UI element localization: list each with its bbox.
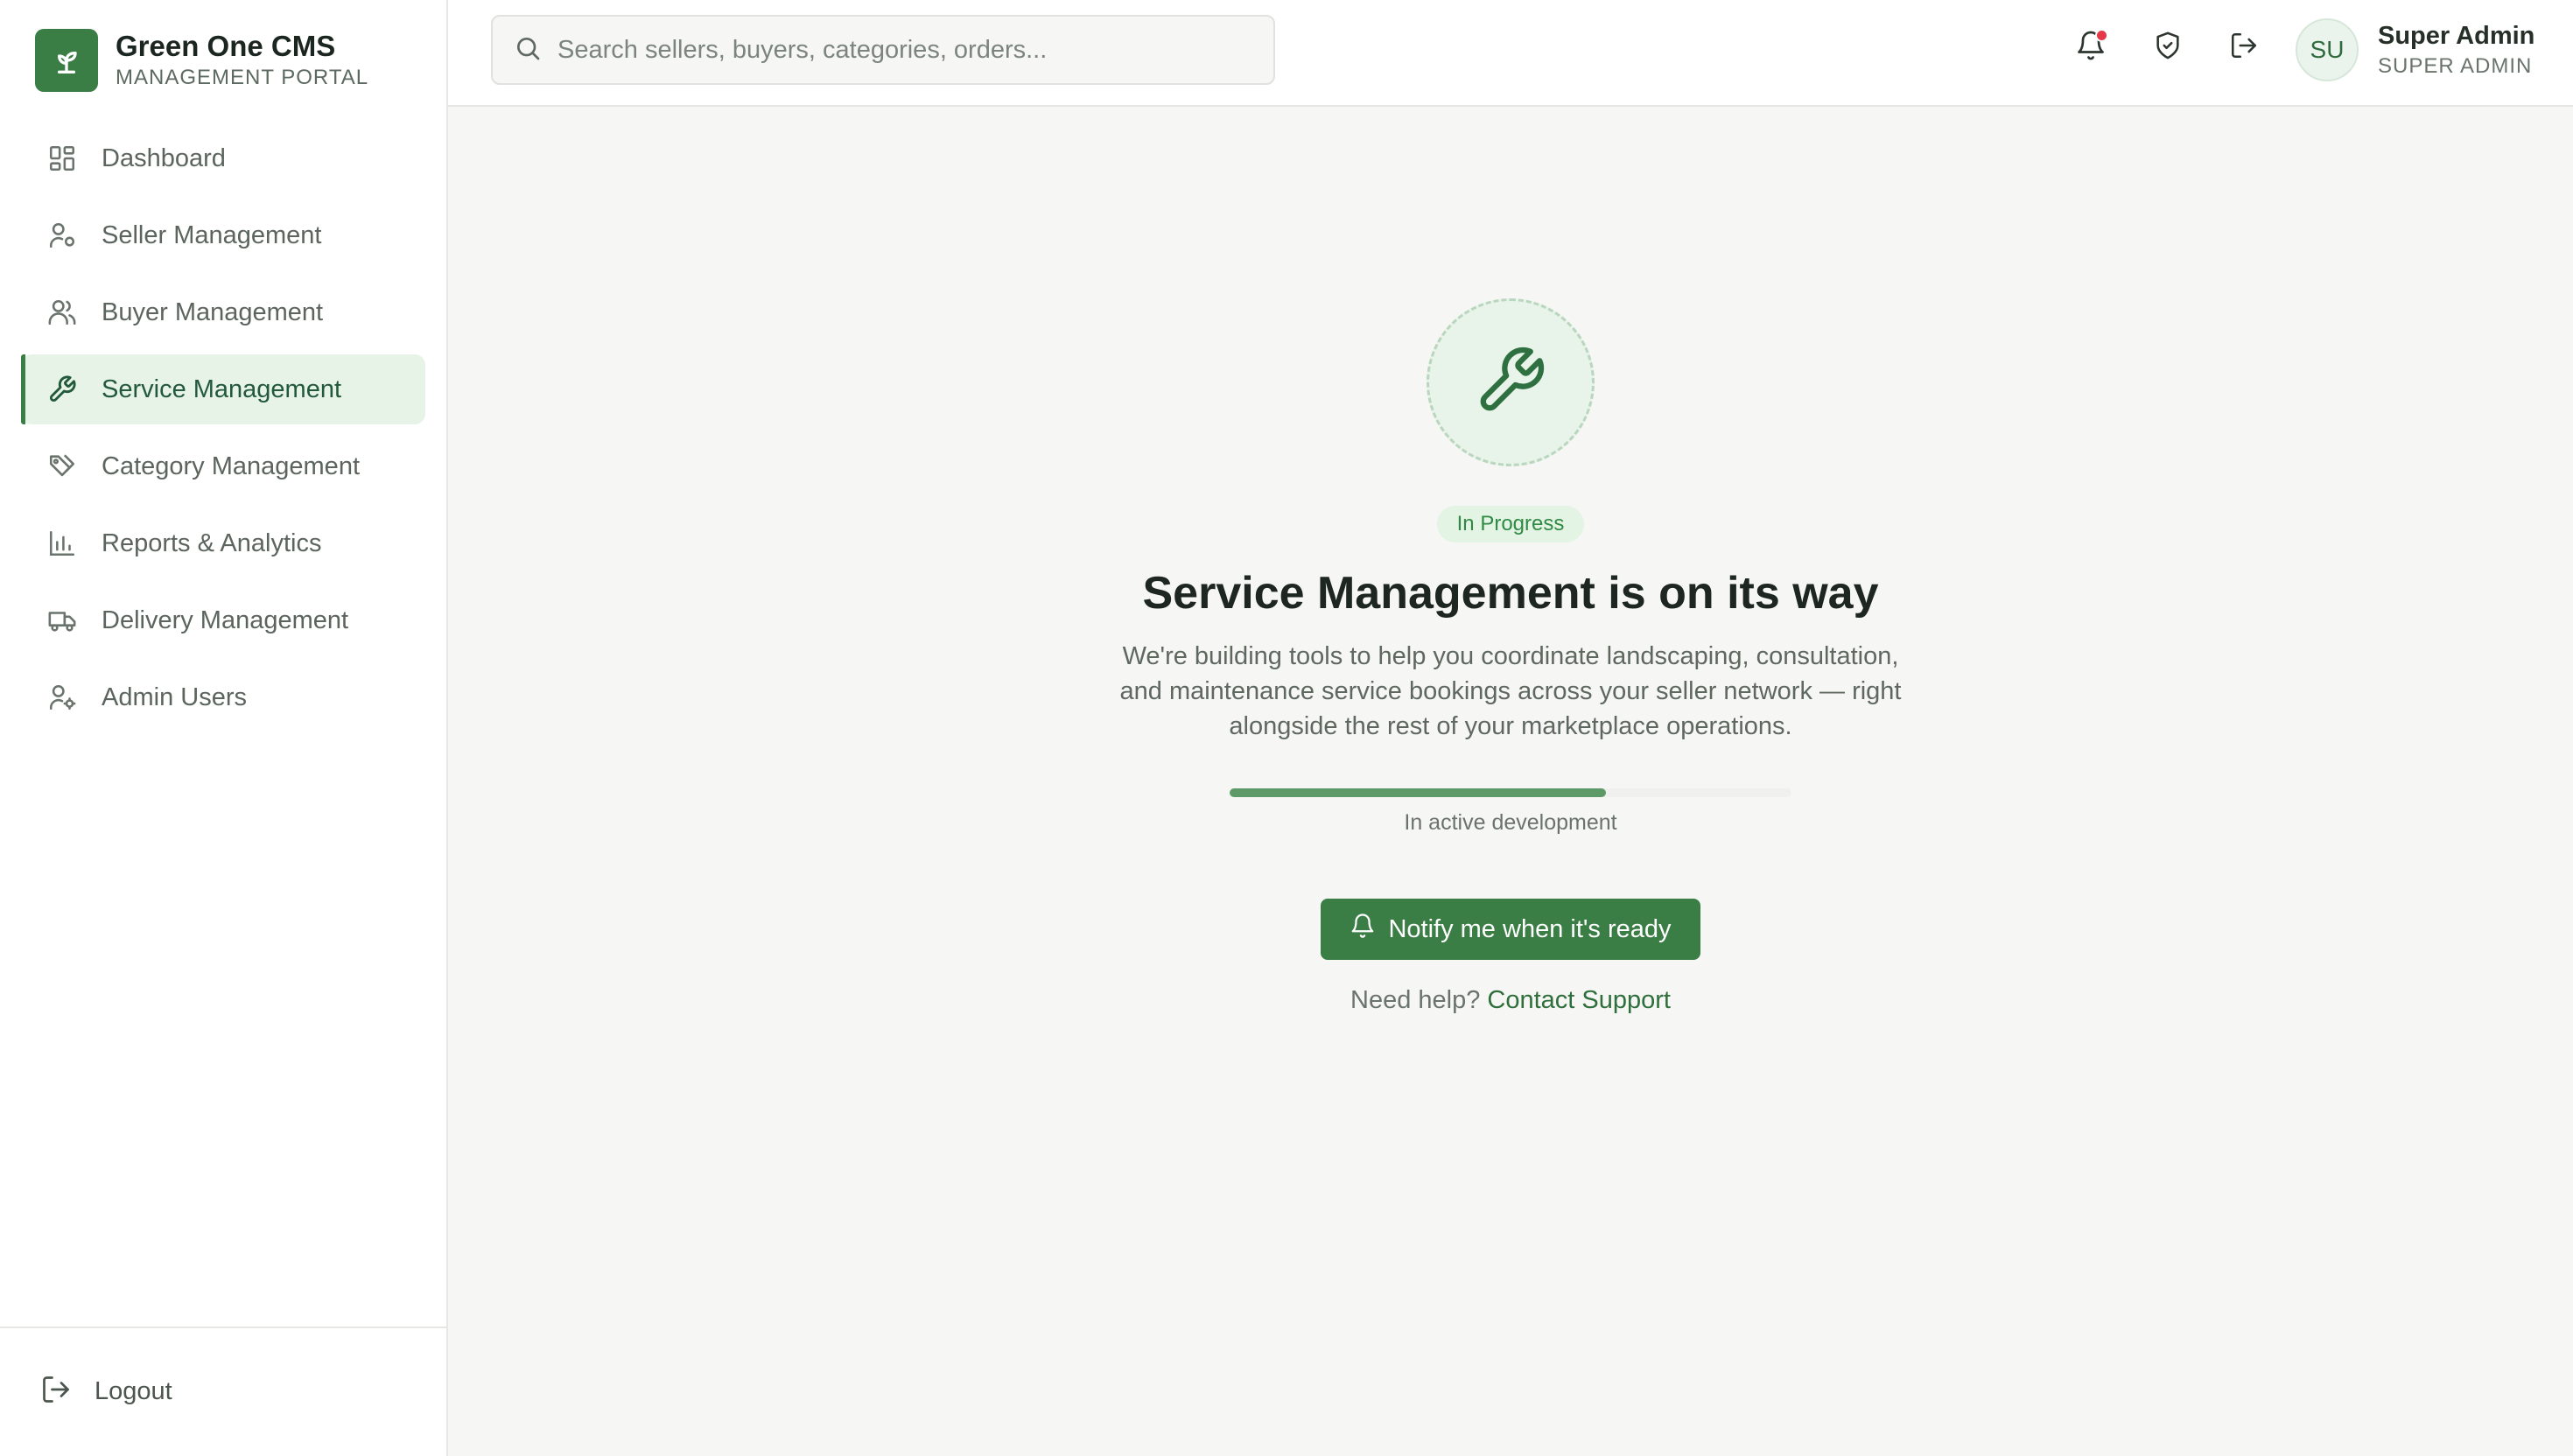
help-prompt: Need help? (1350, 986, 1488, 1014)
search-icon (514, 34, 542, 66)
progress-fill (1230, 788, 1607, 797)
security-button[interactable] (2143, 23, 2192, 72)
brand-subtitle: MANAGEMENT PORTAL (116, 66, 369, 89)
sidebar-nav: Dashboard Seller Management Buyer Manage… (21, 123, 425, 739)
tags-icon (46, 450, 79, 483)
sidebar-item-category-management[interactable]: Category Management (21, 431, 425, 501)
notify-button[interactable]: Notify me when it's ready (1321, 899, 1700, 960)
sidebar-item-dashboard[interactable]: Dashboard (21, 123, 425, 193)
sidebar-item-reports-analytics[interactable]: Reports & Analytics (21, 508, 425, 578)
shield-check-icon (2153, 31, 2183, 65)
progress-label: In active development (1404, 810, 1617, 835)
wrench-icon (1474, 344, 1547, 422)
user-gear-icon (46, 219, 79, 252)
sidebar-item-label: Buyer Management (102, 298, 324, 326)
main-content: In Progress Service Management is on its… (448, 107, 2573, 1456)
sidebar-footer: Logout (0, 1326, 448, 1456)
contact-support-link[interactable]: Contact Support (1487, 986, 1671, 1014)
sidebar-item-label: Dashboard (102, 144, 226, 172)
notification-dot (2095, 29, 2108, 42)
logout-label: Logout (95, 1377, 172, 1405)
top-header: SU Super Admin SUPER ADMIN (448, 0, 2573, 107)
sidebar-item-label: Seller Management (102, 220, 322, 249)
logout-button[interactable]: Logout (40, 1374, 172, 1410)
sidebar-item-admin-users[interactable]: Admin Users (21, 662, 425, 732)
sidebar-item-label: Delivery Management (102, 606, 349, 634)
sidebar-item-service-management[interactable]: Service Management (21, 354, 425, 424)
wrench-icon (46, 373, 79, 406)
search-input[interactable] (557, 35, 1258, 65)
brand-title: Green One CMS (116, 30, 336, 62)
sidebar: Green One CMS MANAGEMENT PORTAL Dashboar… (0, 0, 448, 1456)
notify-button-label: Notify me when it's ready (1388, 914, 1672, 943)
sidebar-item-label: Category Management (102, 452, 360, 480)
header-logout-button[interactable] (2219, 23, 2268, 72)
user-name: Super Admin (2378, 22, 2535, 50)
truck-icon (46, 604, 79, 637)
help-text: Need help? Contact Support (448, 986, 2573, 1015)
user-role: SUPER ADMIN (2378, 54, 2533, 78)
avatar[interactable]: SU (2296, 18, 2359, 81)
sprout-icon (35, 29, 98, 92)
search-bar[interactable] (491, 15, 1275, 85)
sidebar-item-buyer-management[interactable]: Buyer Management (21, 277, 425, 347)
users-icon (46, 296, 79, 329)
bar-chart-icon (46, 527, 79, 560)
sidebar-item-label: Admin Users (102, 682, 247, 711)
page-description: We're building tools to help you coordin… (1119, 642, 1902, 740)
logout-icon (40, 1374, 72, 1410)
user-info[interactable]: Super Admin SUPER ADMIN (2378, 20, 2534, 80)
dashboard-icon (46, 142, 79, 175)
brand[interactable]: Green One CMS MANAGEMENT PORTAL (35, 29, 368, 92)
sidebar-item-label: Reports & Analytics (102, 528, 322, 557)
logout-icon (2229, 31, 2259, 65)
user-cog-icon (46, 681, 79, 714)
sidebar-item-seller-management[interactable]: Seller Management (21, 200, 425, 270)
sidebar-item-label: Service Management (102, 374, 342, 403)
progress-bar (1230, 788, 1791, 797)
page-title: Service Management is on its way (1142, 568, 1879, 619)
sidebar-item-delivery-management[interactable]: Delivery Management (21, 585, 425, 655)
notifications-button[interactable] (2066, 23, 2115, 72)
bell-icon (1350, 913, 1376, 946)
hero-illustration (1427, 298, 1595, 466)
status-badge: In Progress (1437, 506, 1584, 542)
app-root: Green One CMS MANAGEMENT PORTAL Dashboar… (0, 0, 2573, 1456)
